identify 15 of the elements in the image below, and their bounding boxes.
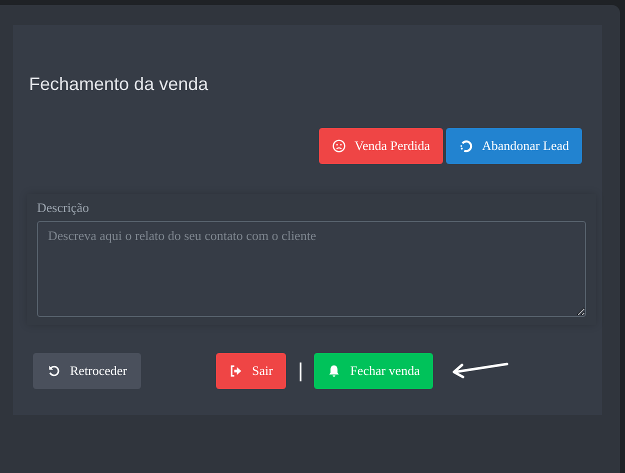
undo-icon	[47, 364, 61, 378]
modal-title: Fechamento da venda	[29, 73, 210, 95]
description-label: Descrição	[37, 200, 90, 216]
circular-arrow-icon	[459, 139, 473, 153]
lost-sale-button[interactable]: Venda Perdida	[318, 128, 443, 164]
description-field[interactable]: Descreva aqui o relato do seu contato com o cliente	[37, 221, 586, 317]
sad-face-icon	[332, 139, 346, 153]
arrow-icon	[450, 361, 511, 381]
back-button[interactable]: Retroceder	[33, 353, 142, 389]
abandon-lead-button[interactable]: Abandonar Lead	[446, 128, 582, 164]
exit-icon	[229, 364, 244, 378]
close-sale-button[interactable]: Fechar venda	[314, 353, 433, 389]
exit-button[interactable]: Sair	[216, 353, 286, 389]
separator: |	[298, 360, 304, 382]
bell-icon	[327, 364, 342, 378]
